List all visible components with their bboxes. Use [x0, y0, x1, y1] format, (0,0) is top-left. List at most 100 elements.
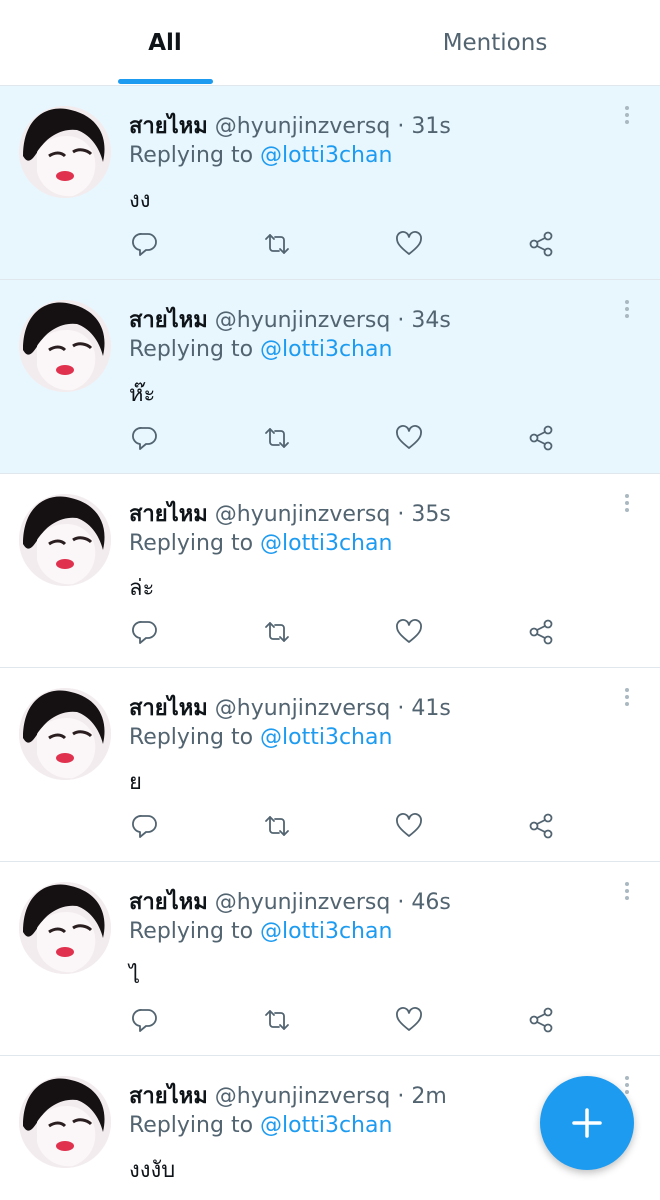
display-name[interactable]: สายไหม	[129, 1084, 208, 1109]
tweet-actions	[0, 420, 660, 460]
replying-to-mention[interactable]: @lotti3chan	[260, 143, 392, 168]
replying-to-mention[interactable]: @lotti3chan	[260, 337, 392, 362]
replying-to-mention[interactable]: @lotti3chan	[260, 1113, 392, 1138]
profile-photo	[19, 688, 111, 780]
tweet-text: งง	[129, 188, 151, 213]
tab-mentions[interactable]: Mentions	[330, 0, 660, 86]
more-vertical-icon[interactable]	[617, 106, 637, 132]
retweet-button[interactable]	[259, 420, 295, 456]
replying-to-line: Replying to @lotti3chan	[129, 143, 392, 168]
notification-item[interactable]: สายไหม @hyunjinzversq · 41s Replying to …	[0, 668, 660, 862]
share-button[interactable]	[523, 808, 559, 844]
replying-to-mention[interactable]: @lotti3chan	[260, 531, 392, 556]
retweet-button[interactable]	[259, 1002, 295, 1038]
like-button[interactable]	[391, 1002, 427, 1038]
replying-to-line: Replying to @lotti3chan	[129, 531, 392, 556]
display-name[interactable]: สายไหม	[129, 308, 208, 333]
reply-button[interactable]	[127, 1002, 163, 1038]
replying-to-mention[interactable]: @lotti3chan	[260, 919, 392, 944]
avatar[interactable]	[19, 106, 111, 198]
display-name[interactable]: สายไหม	[129, 114, 208, 139]
replying-to-label: Replying to	[129, 919, 254, 944]
reply-icon	[132, 815, 157, 838]
reply-button[interactable]	[127, 420, 163, 456]
replying-to-label: Replying to	[129, 1113, 254, 1138]
heart-icon	[396, 619, 422, 643]
reply-button[interactable]	[127, 226, 163, 262]
time-separator: ·	[397, 114, 405, 139]
replying-to-mention[interactable]: @lotti3chan	[260, 725, 392, 750]
retweet-button[interactable]	[259, 1196, 295, 1200]
avatar[interactable]	[19, 494, 111, 586]
heart-icon	[396, 425, 422, 449]
time-separator: ·	[397, 890, 405, 915]
share-button[interactable]	[523, 226, 559, 262]
time-separator: ·	[397, 502, 405, 527]
compose-tweet-button[interactable]	[540, 1076, 634, 1170]
display-name[interactable]: สายไหม	[129, 502, 208, 527]
notification-item[interactable]: สายไหม @hyunjinzversq · 34s Replying to …	[0, 280, 660, 474]
share-icon	[529, 813, 553, 839]
heart-icon	[396, 1007, 422, 1031]
user-handle[interactable]: @hyunjinzversq	[215, 1084, 391, 1109]
timestamp: 34s	[411, 308, 451, 333]
retweet-button[interactable]	[259, 226, 295, 262]
user-handle[interactable]: @hyunjinzversq	[215, 308, 391, 333]
retweet-button[interactable]	[259, 614, 295, 650]
tweet-text: ไ	[129, 964, 141, 989]
share-button[interactable]	[523, 1002, 559, 1038]
like-button[interactable]	[391, 808, 427, 844]
like-button[interactable]	[391, 226, 427, 262]
time-separator: ·	[397, 1084, 405, 1109]
like-button[interactable]	[391, 614, 427, 650]
retweet-button[interactable]	[259, 808, 295, 844]
tweet-text: ล่ะ	[129, 576, 155, 601]
notification-item[interactable]: สายไหม @hyunjinzversq · 31s Replying to …	[0, 86, 660, 280]
user-handle[interactable]: @hyunjinzversq	[215, 890, 391, 915]
more-vertical-icon[interactable]	[617, 300, 637, 326]
profile-photo	[19, 494, 111, 586]
user-handle[interactable]: @hyunjinzversq	[215, 502, 391, 527]
reply-button[interactable]	[127, 1196, 163, 1200]
replying-to-line: Replying to @lotti3chan	[129, 919, 392, 944]
more-vertical-icon[interactable]	[617, 688, 637, 714]
retweet-icon	[265, 428, 289, 448]
profile-photo	[19, 1076, 111, 1168]
avatar[interactable]	[19, 688, 111, 780]
like-button[interactable]	[391, 420, 427, 456]
retweet-icon	[265, 622, 289, 642]
notification-item[interactable]: สายไหม @hyunjinzversq · 35s Replying to …	[0, 474, 660, 668]
user-handle[interactable]: @hyunjinzversq	[215, 696, 391, 721]
notification-tabs: All Mentions	[0, 0, 660, 86]
reply-button[interactable]	[127, 808, 163, 844]
timestamp: 31s	[411, 114, 451, 139]
replying-to-line: Replying to @lotti3chan	[129, 1113, 392, 1138]
share-icon	[529, 425, 553, 451]
tweet-text: ห๊ะ	[129, 382, 156, 407]
avatar[interactable]	[19, 300, 111, 392]
avatar[interactable]	[19, 882, 111, 974]
retweet-icon	[265, 234, 289, 254]
share-icon	[529, 619, 553, 645]
timestamp: 41s	[411, 696, 451, 721]
more-vertical-icon[interactable]	[617, 882, 637, 908]
display-name[interactable]: สายไหม	[129, 696, 208, 721]
share-button[interactable]	[523, 614, 559, 650]
notification-item[interactable]: สายไหม @hyunjinzversq · 46s Replying to …	[0, 862, 660, 1056]
replying-to-line: Replying to @lotti3chan	[129, 337, 392, 362]
replying-to-label: Replying to	[129, 337, 254, 362]
like-button[interactable]	[391, 1196, 427, 1200]
share-button[interactable]	[523, 1196, 559, 1200]
heart-icon	[396, 813, 422, 837]
avatar[interactable]	[19, 1076, 111, 1168]
tab-all[interactable]: All	[0, 0, 330, 86]
reply-icon	[132, 233, 157, 256]
heart-icon	[396, 231, 422, 255]
user-handle[interactable]: @hyunjinzversq	[215, 114, 391, 139]
share-button[interactable]	[523, 420, 559, 456]
display-name[interactable]: สายไหม	[129, 890, 208, 915]
reply-icon	[132, 621, 157, 644]
more-vertical-icon[interactable]	[617, 494, 637, 520]
tweet-text: งงงับ	[129, 1158, 176, 1183]
reply-button[interactable]	[127, 614, 163, 650]
